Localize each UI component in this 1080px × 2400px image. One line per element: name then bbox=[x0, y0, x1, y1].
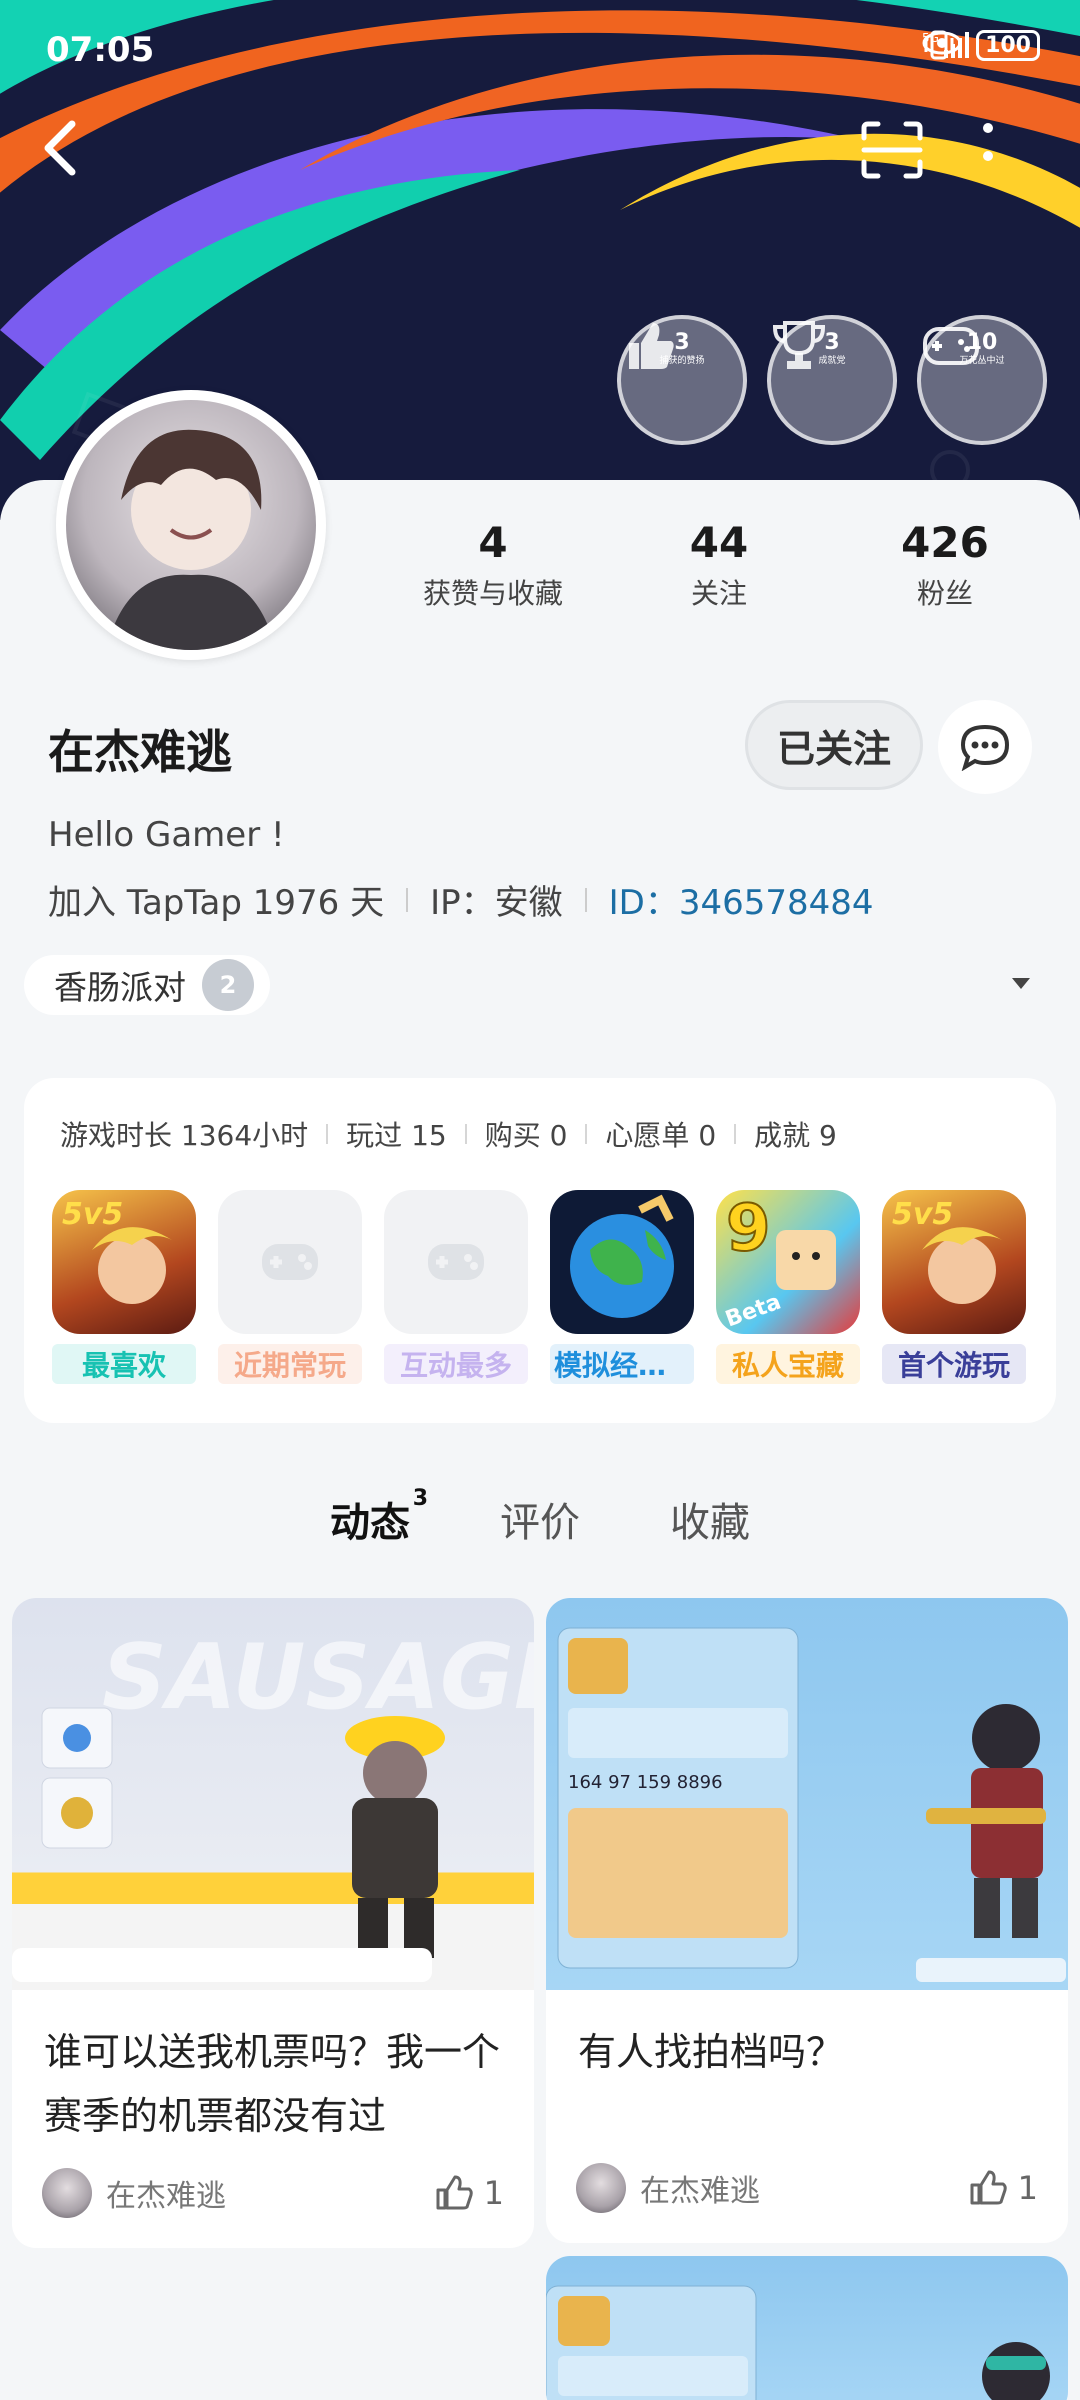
purchase-count: 购买 0 bbox=[484, 1119, 568, 1152]
badge-praise[interactable]: 3 捕获的赞扬 bbox=[617, 315, 747, 445]
beta-game-icon: 9 Beta bbox=[716, 1190, 860, 1334]
tab-posts[interactable]: 动态 3 bbox=[330, 1486, 428, 1548]
game-label: 模拟经营... bbox=[550, 1344, 694, 1384]
author-avatar[interactable] bbox=[42, 2168, 92, 2218]
game-favorite[interactable]: 5v5 最喜欢 bbox=[52, 1190, 196, 1384]
profile-meta: 加入 TapTap 1976 天 IP：安徽 ID：346578484 bbox=[48, 875, 874, 924]
post-image: SAUSAGE bbox=[12, 1598, 534, 1990]
svg-text:5v5: 5v5 bbox=[892, 1197, 953, 1232]
chat-bubble-icon bbox=[960, 724, 1010, 771]
post-image bbox=[546, 2256, 1068, 2400]
scan-button[interactable] bbox=[860, 120, 930, 190]
game-tag-chip[interactable]: 香肠派对 2 bbox=[24, 955, 270, 1015]
svg-text:5v5: 5v5 bbox=[62, 1197, 123, 1232]
post-title: 谁可以送我机票吗？我一个赛季的机票都没有过 bbox=[44, 2030, 501, 2138]
post-image: 164 97 159 8896 bbox=[546, 1598, 1068, 1990]
like-count: 1 bbox=[1017, 2169, 1038, 2207]
playtime: 游戏时长 1364小时 bbox=[60, 1119, 309, 1152]
username: 在杰难逃 bbox=[48, 725, 232, 779]
content-tabs: 动态 3 评价 收藏 bbox=[0, 1486, 1080, 1548]
post-card[interactable]: 164 97 159 8896 有人找拍档吗？ 在杰难逃 1 bbox=[546, 1598, 1068, 2243]
svg-text:164 97 159 8896: 164 97 159 8896 bbox=[568, 1772, 723, 1793]
divider bbox=[585, 1124, 588, 1144]
wishlist-count: 心愿单 0 bbox=[605, 1119, 717, 1152]
author-name[interactable]: 在杰难逃 bbox=[640, 2166, 760, 2210]
profile-stats: 4 获赞与收藏 44 关注 426 粉丝 bbox=[380, 518, 1060, 612]
divider bbox=[734, 1124, 737, 1144]
svg-text:Beta: Beta bbox=[722, 1290, 784, 1333]
scan-icon bbox=[861, 121, 923, 179]
battery-icon: 100 bbox=[976, 30, 1040, 61]
like-button[interactable]: 1 bbox=[968, 2169, 1038, 2207]
join-days: 加入 TapTap 1976 天 bbox=[48, 883, 385, 923]
games-card[interactable]: 游戏时长 1364小时 玩过 15 购买 0 心愿单 0 成就 9 5v5 最喜… bbox=[24, 1078, 1056, 1423]
post-footer: 在杰难逃 1 bbox=[576, 2163, 1038, 2213]
more-button[interactable] bbox=[980, 120, 1050, 190]
svg-text:5G: 5G bbox=[922, 31, 939, 45]
divider bbox=[406, 887, 409, 912]
tag-label: 香肠派对 bbox=[54, 968, 186, 1007]
game-label: 首个游玩 bbox=[882, 1344, 1026, 1384]
game-label: 私人宝藏 bbox=[716, 1344, 860, 1384]
game-recent[interactable]: 近期常玩 bbox=[218, 1190, 362, 1384]
bio: Hello Gamer ! bbox=[48, 815, 285, 855]
level-badge-icon: 2 bbox=[202, 959, 254, 1011]
game-simulation[interactable]: 模拟经营... bbox=[550, 1190, 694, 1384]
post-title: 有人找拍档吗？ bbox=[578, 2030, 845, 2074]
game-label: 互动最多 bbox=[384, 1344, 528, 1384]
svg-text:SAUSAGE: SAUSAGE bbox=[102, 1625, 534, 1730]
game-first[interactable]: 5v5 首个游玩 bbox=[882, 1190, 1026, 1384]
divider bbox=[326, 1124, 329, 1144]
honor-of-kings-icon: 5v5 bbox=[52, 1190, 196, 1334]
back-button[interactable] bbox=[40, 120, 110, 190]
stat-followers[interactable]: 426 粉丝 bbox=[832, 518, 1058, 612]
thumbs-up-icon bbox=[970, 2170, 1007, 2205]
badge-achievement[interactable]: 3 成就党 bbox=[767, 315, 897, 445]
game-label: 最喜欢 bbox=[52, 1344, 196, 1384]
post-footer: 在杰难逃 1 bbox=[42, 2168, 504, 2218]
thumbs-up-icon bbox=[436, 2175, 473, 2210]
author-avatar[interactable] bbox=[576, 2163, 626, 2213]
following-button[interactable]: 已关注 bbox=[745, 700, 923, 790]
svg-text:9: 9 bbox=[726, 1192, 771, 1266]
tab-reviews[interactable]: 评价 bbox=[500, 1490, 580, 1548]
played-count: 玩过 15 bbox=[346, 1119, 447, 1152]
status-time: 07:05 bbox=[46, 30, 155, 70]
divider bbox=[464, 1124, 467, 1144]
tab-favorites[interactable]: 收藏 bbox=[670, 1490, 750, 1548]
achievement-count: 成就 9 bbox=[754, 1119, 837, 1152]
game-row: 5v5 最喜欢 近期常玩 互动最多 模拟经营... 9 Beta 私人宝藏 5v… bbox=[52, 1190, 1026, 1384]
avatar-image bbox=[66, 400, 316, 650]
post-card[interactable] bbox=[546, 2256, 1068, 2400]
post-card[interactable]: SAUSAGE 谁可以送我机票吗？我一个赛季的机票都没有过 在杰难逃 1 bbox=[12, 1598, 534, 2248]
honor-of-kings-icon: 5v5 bbox=[882, 1190, 1026, 1334]
ip-location: IP：安徽 bbox=[430, 883, 563, 923]
status-icons: 5G 100 bbox=[922, 30, 1040, 61]
stat-following[interactable]: 44 关注 bbox=[606, 518, 832, 612]
games-stats: 游戏时长 1364小时 玩过 15 购买 0 心愿单 0 成就 9 bbox=[60, 1114, 837, 1154]
chevron-left-icon bbox=[44, 120, 76, 176]
more-vertical-icon bbox=[983, 123, 993, 161]
expand-arrow-icon[interactable] bbox=[1012, 978, 1030, 989]
earth-game-icon bbox=[550, 1190, 694, 1334]
gamepad-placeholder-icon bbox=[218, 1190, 362, 1334]
gamepad-placeholder-icon bbox=[384, 1190, 528, 1334]
game-label: 近期常玩 bbox=[218, 1344, 362, 1384]
user-id[interactable]: ID：346578484 bbox=[609, 875, 874, 924]
like-button[interactable]: 1 bbox=[434, 2174, 504, 2212]
status-bar: 07:05 5G 100 bbox=[0, 0, 1080, 100]
badge-gamer[interactable]: 10 万花丛中过 bbox=[917, 315, 1047, 445]
divider bbox=[584, 887, 587, 912]
game-treasure[interactable]: 9 Beta 私人宝藏 bbox=[716, 1190, 860, 1384]
game-interactive[interactable]: 互动最多 bbox=[384, 1190, 528, 1384]
stat-likes[interactable]: 4 获赞与收藏 bbox=[380, 518, 606, 612]
like-count: 1 bbox=[483, 2174, 504, 2212]
author-name[interactable]: 在杰难逃 bbox=[106, 2171, 226, 2215]
user-avatar[interactable] bbox=[56, 390, 326, 660]
message-button[interactable] bbox=[938, 700, 1032, 794]
